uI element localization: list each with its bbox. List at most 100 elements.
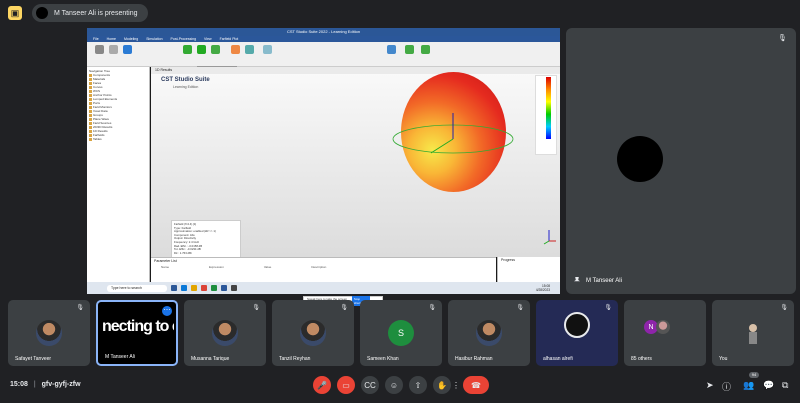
participant-tile[interactable]: 🎙 Hasibur Rahman — [448, 300, 530, 366]
taskbar-app-icon[interactable] — [211, 285, 217, 291]
ribbon-tool-icon — [421, 45, 430, 54]
meeting-code: gfv-gyfj-zfw — [41, 381, 81, 388]
avatar — [212, 320, 238, 346]
info-line: Dir.: 1.763 dBi — [174, 250, 192, 255]
cst-logo: CST Studio Suite — [161, 77, 210, 83]
farfield-info-box: Farfield (f=2.4) [1] Type: Farfield Appr… — [171, 220, 241, 260]
tree-item[interactable]: Tables — [89, 137, 147, 141]
ribbon-tool-icon — [123, 45, 132, 54]
presenter-avatar — [36, 7, 48, 19]
info-icon[interactable]: ⓘ — [722, 380, 731, 393]
end-call-button[interactable]: ☎ — [463, 376, 489, 394]
mic-off-icon: 🎙 — [780, 305, 788, 311]
taskbar-app-icon[interactable] — [191, 285, 197, 291]
param-col-header: Description — [311, 265, 327, 269]
ribbon-tool-icon — [183, 45, 192, 54]
mic-off-icon: 🎙 — [76, 305, 84, 311]
mic-toggle-button[interactable]: 🎤 — [313, 376, 331, 394]
param-col-header: Name — [161, 265, 170, 269]
taskbar-app-icon[interactable] — [221, 285, 227, 291]
param-col-header: Value — [263, 265, 272, 269]
obs-logo-icon — [564, 312, 590, 338]
cst-logo-subtitle: Learning Edition — [173, 85, 199, 89]
avatar-initial: S — [388, 320, 414, 346]
presenting-banner: ▣ M Tanseer Ali is presenting — [8, 3, 796, 23]
present-screen-icon: ▣ — [8, 6, 22, 20]
participant-name: You — [719, 356, 728, 362]
cursor-icon: ➤ — [706, 380, 714, 390]
participant-name: Sameen Khan — [367, 356, 399, 362]
clock-time: 15:08 — [10, 381, 28, 388]
participant-name: alhasan alrefi — [543, 356, 573, 362]
activities-icon[interactable]: ⧉ — [782, 380, 788, 391]
ribbon-tool-icon — [211, 45, 220, 54]
ribbon-tool-icon — [387, 45, 396, 54]
participant-tile[interactable]: 🎙 Safayet Tanveer — [8, 300, 90, 366]
self-avatar — [740, 320, 766, 346]
mic-off-icon: 🎙 — [340, 305, 348, 311]
axis-triad-icon — [543, 230, 556, 245]
presenter-avatar-large — [617, 136, 663, 182]
others-count: 85 others — [631, 356, 652, 362]
emoji-button[interactable]: ☺ — [385, 376, 403, 394]
presenter-name: M Tanseer Ali — [586, 278, 622, 284]
ribbon-tool-icon — [95, 45, 104, 54]
presenting-text: M Tanseer Ali is presenting — [54, 9, 138, 17]
meeting-info: 15:08 | gfv-gyfj-zfw — [10, 381, 81, 388]
windows-taskbar: Type here to search 15:08 4/28/2023 — [87, 282, 560, 294]
ribbon-tool-icon — [263, 45, 272, 54]
pin-icon — [574, 277, 580, 282]
people-count-badge: 94 — [749, 372, 759, 378]
taskbar-clock: 15:08 4/28/2023 — [536, 284, 550, 292]
ribbon-tool-icon — [109, 45, 118, 54]
ribbon-tool-icon — [231, 45, 240, 54]
people-icon[interactable]: 👥 — [743, 380, 754, 391]
others-tile[interactable]: N 85 others — [624, 300, 706, 366]
avatar — [300, 320, 326, 346]
taskbar-app-icon[interactable] — [231, 285, 237, 291]
viewport-tab[interactable]: 1D Results — [151, 67, 560, 74]
participant-name: Hasibur Rahman — [455, 356, 493, 362]
taskbar-app-icon[interactable] — [171, 285, 177, 291]
participant-name: Tanzil Reyhan — [279, 356, 311, 362]
mic-off-icon: 🎙 — [604, 305, 612, 311]
param-col-header: Expression — [209, 265, 224, 269]
participant-tile[interactable]: 🎙 S Sameen Khan — [360, 300, 442, 366]
taskbar-app-icon[interactable] — [181, 285, 187, 291]
avatar — [476, 320, 502, 346]
chat-icon[interactable]: 💬 — [763, 380, 774, 391]
participant-tile[interactable]: 🎙 alhasan alrefi — [536, 300, 618, 366]
progress-title: Progress — [501, 258, 516, 262]
more-options-icon[interactable]: ⋯ — [162, 306, 172, 316]
ribbon-tool-icon — [245, 45, 254, 54]
avatar — [36, 320, 62, 346]
taskbar-date: 4/28/2023 — [535, 288, 550, 292]
color-legend-bar — [546, 77, 551, 139]
navigation-tree: Navigation Tree Components Materials Fac… — [87, 67, 150, 282]
participant-name: Safayet Tanveer — [15, 356, 52, 362]
more-options-button[interactable]: ⋮ — [449, 376, 463, 394]
taskbar-search[interactable]: Type here to search — [107, 284, 167, 292]
present-button[interactable]: ⇧ — [409, 376, 427, 394]
taskbar-app-icon[interactable] — [201, 285, 207, 291]
participant-name: M Tanseer Ali — [105, 354, 135, 360]
captions-button[interactable]: CC — [361, 376, 379, 394]
participant-tile[interactable]: 🎙 Musanna Tarique — [184, 300, 266, 366]
mic-off-icon: 🎙 — [428, 305, 436, 311]
avatar — [656, 320, 670, 334]
participant-tile[interactable]: necting to camera. ⋯ M Tanseer Ali — [96, 300, 178, 366]
participant-name: Musanna Tarique — [191, 356, 230, 362]
cst-ribbon — [87, 42, 560, 67]
presenter-chip[interactable]: M Tanseer Ali is presenting — [32, 4, 148, 22]
self-tile[interactable]: 🎙 You — [712, 300, 794, 366]
farfield-axes — [392, 113, 514, 154]
presenter-tile[interactable]: 🎙 M Tanseer Ali — [566, 28, 796, 294]
participant-tile[interactable]: 🎙 Tanzil Reyhan — [272, 300, 354, 366]
shared-screen: CST Studio Suite 2022 - Learning Edition… — [87, 28, 560, 306]
ribbon-tool-icon — [405, 45, 414, 54]
progress-panel: Progress — [497, 257, 560, 282]
camera-toggle-button[interactable]: ▭ — [337, 376, 355, 394]
camera-connecting-text: necting to camera. — [102, 318, 174, 335]
ribbon-tool-icon — [197, 45, 206, 54]
parameter-list-panel: Parameter List Name Expression Value Des… — [151, 257, 496, 282]
